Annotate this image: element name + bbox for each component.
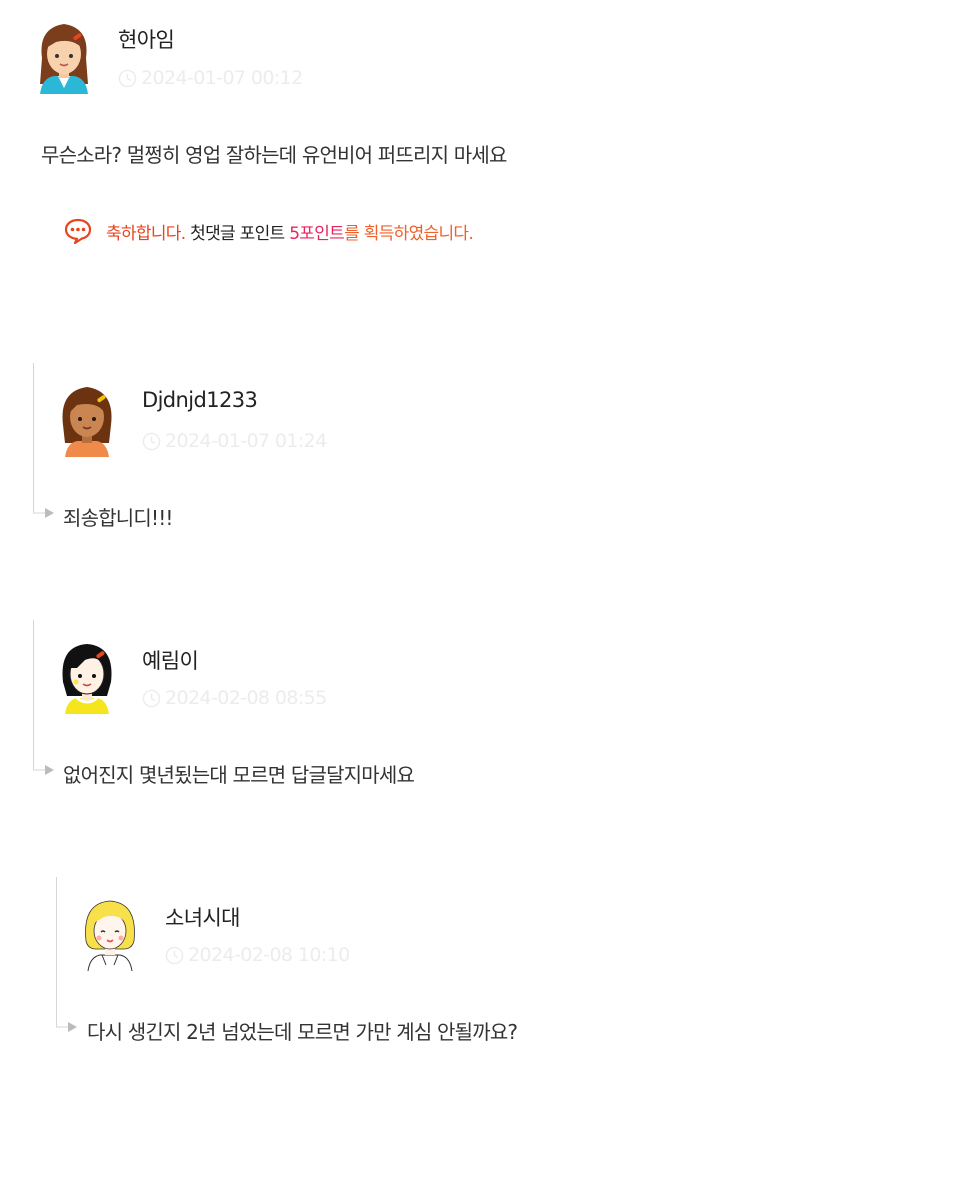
first-comment-notice: 축하합니다. 첫댓글 포인트 5포인트 를 획득하였습니다. — [64, 218, 474, 244]
comment-text: 다시 생긴지 2년 넘었는데 모르면 가만 계심 안될까요? — [87, 1020, 518, 1044]
comment-text: 무슨소라? 멀쩡히 영업 잘하는데 유언비어 퍼뜨리지 마세요 — [41, 143, 507, 167]
author-name[interactable]: 소녀시대 — [165, 902, 240, 932]
notice-points: 5포인트 — [289, 223, 345, 244]
author-name[interactable]: Djdnjd1233 — [142, 388, 258, 412]
notice-congrats: 축하합니다. — [106, 223, 186, 244]
author-name[interactable]: 현아임 — [118, 24, 175, 54]
reply-arrow-icon — [56, 1022, 77, 1032]
reply-arrow-icon — [33, 508, 54, 518]
notice-label: 첫댓글 포인트 — [190, 223, 285, 244]
comment-timestamp: 2024-02-08 08:55 — [142, 687, 327, 709]
speech-bubble-icon — [64, 218, 92, 244]
timestamp-text: 2024-02-08 10:10 — [188, 944, 350, 966]
notice-suffix: 를 획득하였습니다. — [344, 223, 474, 244]
reply-rail — [56, 877, 57, 1027]
reply-rail — [33, 363, 34, 513]
reply-arrow-icon — [33, 765, 54, 775]
avatar[interactable] — [55, 381, 119, 457]
clock-icon — [142, 689, 161, 707]
clock-icon — [142, 432, 161, 450]
timestamp-text: 2024-01-07 00:12 — [141, 67, 303, 89]
timestamp-text: 2024-01-07 01:24 — [165, 430, 327, 452]
clock-icon — [118, 69, 137, 87]
comment-timestamp: 2024-01-07 00:12 — [118, 67, 303, 89]
comment-text: 죄송합니디!!! — [63, 506, 173, 530]
author-name[interactable]: 예림이 — [142, 645, 199, 675]
comment-text: 없어진지 몇년됬는대 모르면 답글달지마세요 — [63, 763, 415, 787]
avatar[interactable] — [32, 18, 96, 94]
clock-icon — [165, 946, 184, 964]
avatar[interactable] — [55, 638, 119, 714]
comment-timestamp: 2024-02-08 10:10 — [165, 944, 350, 966]
reply-rail — [33, 620, 34, 770]
timestamp-text: 2024-02-08 08:55 — [165, 687, 327, 709]
comment-timestamp: 2024-01-07 01:24 — [142, 430, 327, 452]
avatar[interactable] — [78, 895, 142, 971]
